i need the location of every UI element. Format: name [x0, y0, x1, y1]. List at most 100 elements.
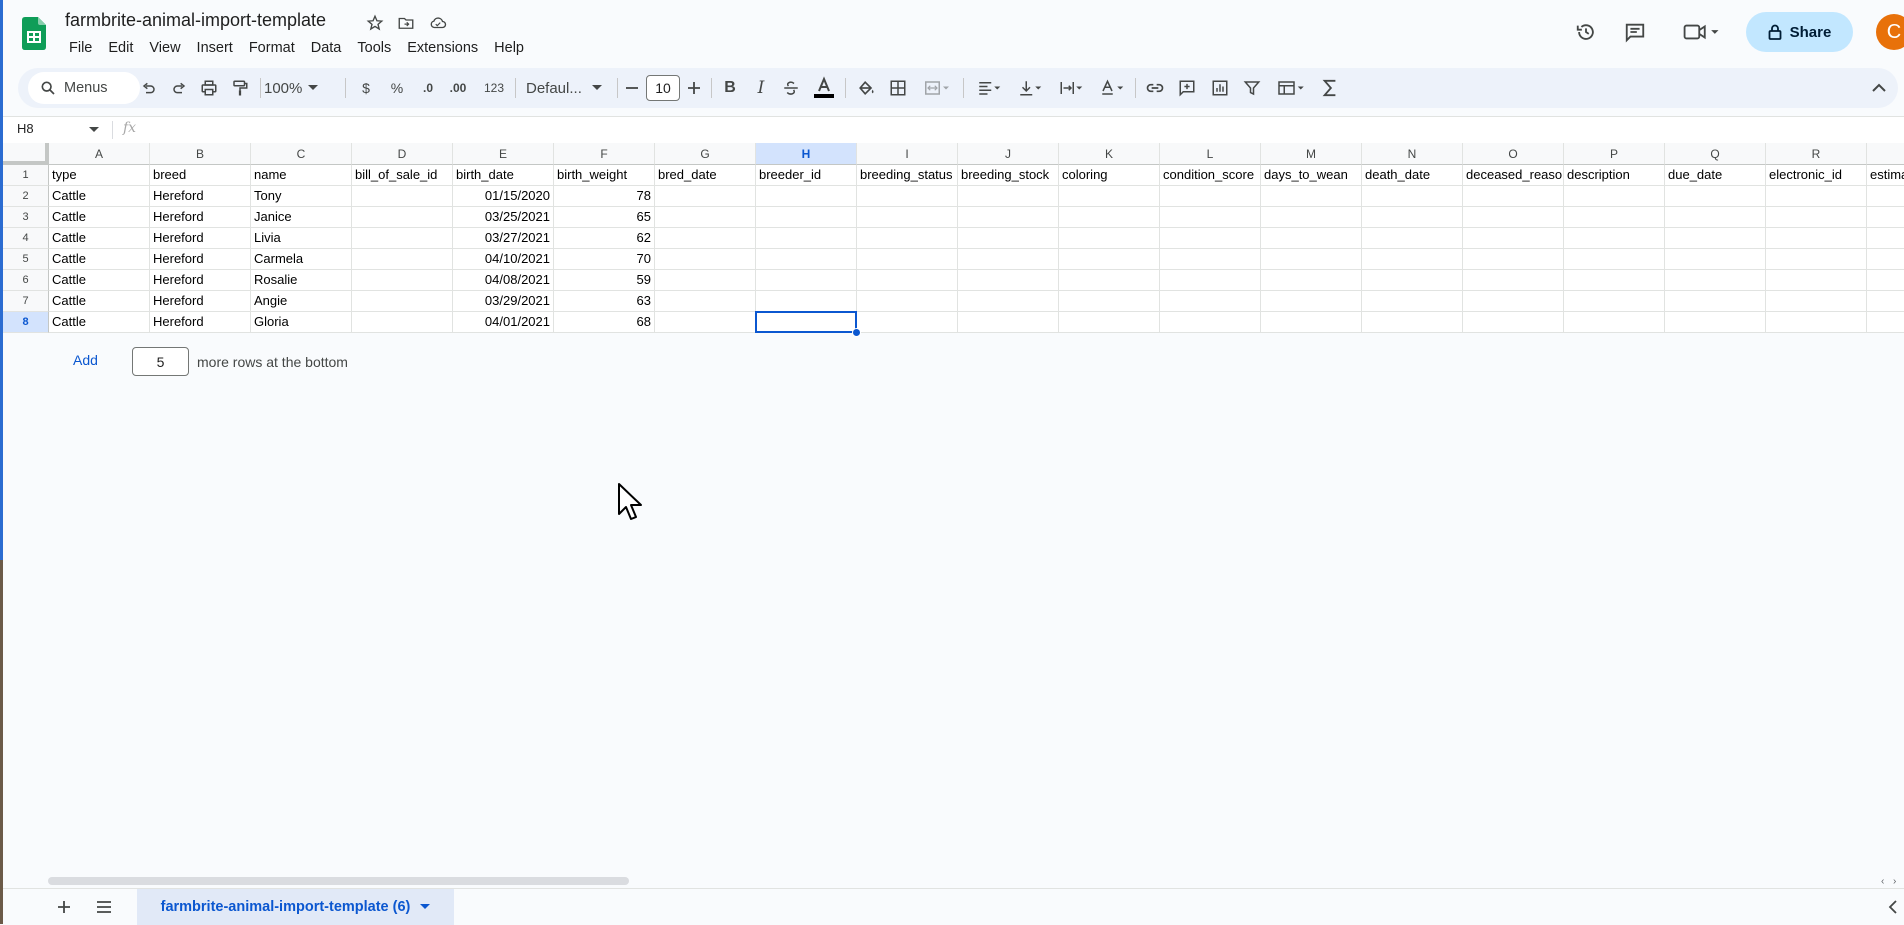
table-cell[interactable]: [1261, 270, 1362, 291]
table-cell[interactable]: Carmela: [251, 249, 352, 270]
zoom-select[interactable]: 100%: [264, 76, 344, 100]
decrease-font-size-icon[interactable]: [622, 76, 642, 100]
bold-icon[interactable]: B: [718, 76, 742, 100]
table-cell[interactable]: [1059, 207, 1160, 228]
column-header[interactable]: M: [1261, 143, 1362, 165]
meet-icon[interactable]: [1678, 18, 1726, 46]
menu-tools[interactable]: Tools: [349, 38, 399, 58]
fill-color-icon[interactable]: [854, 76, 878, 100]
table-cell[interactable]: [655, 249, 756, 270]
table-cell[interactable]: [1564, 291, 1665, 312]
add-rows-button[interactable]: Add: [73, 352, 98, 368]
table-cell[interactable]: 63: [554, 291, 655, 312]
all-sheets-icon[interactable]: [94, 897, 114, 917]
table-cell[interactable]: [1362, 312, 1463, 333]
table-cell[interactable]: [857, 207, 958, 228]
menu-help[interactable]: Help: [486, 38, 532, 58]
table-cell[interactable]: Cattle: [49, 291, 150, 312]
table-cell[interactable]: [352, 312, 453, 333]
row-header[interactable]: 5: [3, 249, 49, 270]
table-cell[interactable]: [1463, 312, 1564, 333]
table-cell[interactable]: Tony: [251, 186, 352, 207]
table-cell[interactable]: [1362, 249, 1463, 270]
text-wrapping-icon[interactable]: [1054, 76, 1088, 100]
table-cell[interactable]: 04/08/2021: [453, 270, 554, 291]
table-cell[interactable]: [1160, 270, 1261, 291]
table-cell[interactable]: 03/29/2021: [453, 291, 554, 312]
table-cell[interactable]: 78: [554, 186, 655, 207]
table-cell[interactable]: [1463, 186, 1564, 207]
table-cell[interactable]: [1160, 207, 1261, 228]
table-cell[interactable]: [1564, 186, 1665, 207]
table-cell[interactable]: [1766, 312, 1867, 333]
header-cell[interactable]: description: [1564, 165, 1665, 186]
currency-format-button[interactable]: $: [355, 76, 377, 100]
table-cell[interactable]: [1261, 228, 1362, 249]
chevron-down-icon[interactable]: [420, 904, 431, 910]
menu-insert[interactable]: Insert: [189, 38, 241, 58]
table-cell[interactable]: [352, 207, 453, 228]
table-cell[interactable]: [1665, 207, 1766, 228]
account-avatar[interactable]: C: [1876, 14, 1904, 50]
column-header[interactable]: G: [655, 143, 756, 165]
scroll-right-icon[interactable]: ›: [1893, 876, 1896, 887]
table-cell[interactable]: [352, 228, 453, 249]
table-cell[interactable]: Livia: [251, 228, 352, 249]
column-header[interactable]: K: [1059, 143, 1160, 165]
redo-icon[interactable]: [168, 76, 192, 100]
table-cell[interactable]: Cattle: [49, 207, 150, 228]
table-cell[interactable]: [1160, 249, 1261, 270]
header-cell[interactable]: deceased_reaso: [1463, 165, 1564, 186]
header-cell[interactable]: due_date: [1665, 165, 1766, 186]
table-cell[interactable]: [1362, 186, 1463, 207]
table-cell[interactable]: [1059, 186, 1160, 207]
table-cell[interactable]: 03/27/2021: [453, 228, 554, 249]
table-cell[interactable]: [1564, 207, 1665, 228]
table-cell[interactable]: 01/15/2020: [453, 186, 554, 207]
header-cell[interactable]: breeding_status: [857, 165, 958, 186]
row-header[interactable]: 8: [3, 312, 49, 333]
table-cell[interactable]: [756, 291, 857, 312]
column-header[interactable]: E: [453, 143, 554, 165]
header-cell[interactable]: type: [49, 165, 150, 186]
table-cell[interactable]: [1665, 186, 1766, 207]
table-cell[interactable]: [1059, 249, 1160, 270]
table-cell[interactable]: [1867, 291, 1904, 312]
table-cell[interactable]: [1867, 312, 1904, 333]
table-cell[interactable]: [857, 186, 958, 207]
table-cell[interactable]: [1261, 312, 1362, 333]
table-cell[interactable]: [655, 291, 756, 312]
table-cell[interactable]: 68: [554, 312, 655, 333]
table-cell[interactable]: Hereford: [150, 228, 251, 249]
borders-icon[interactable]: [886, 76, 910, 100]
search-menus-button[interactable]: Menus: [28, 72, 140, 104]
scroll-left-icon[interactable]: ‹: [1881, 876, 1884, 887]
table-cell[interactable]: [655, 186, 756, 207]
number-format-button[interactable]: 123: [479, 76, 509, 100]
increase-decimal-button[interactable]: .00: [443, 76, 473, 100]
table-cell[interactable]: [1059, 270, 1160, 291]
table-cell[interactable]: [756, 228, 857, 249]
table-cell[interactable]: 62: [554, 228, 655, 249]
table-cell[interactable]: [857, 291, 958, 312]
row-header[interactable]: 7: [3, 291, 49, 312]
table-cell[interactable]: [655, 207, 756, 228]
star-icon[interactable]: [365, 13, 385, 33]
table-cell[interactable]: [1564, 270, 1665, 291]
name-box[interactable]: H8: [17, 121, 97, 136]
table-cell[interactable]: [756, 312, 857, 333]
table-cell[interactable]: [958, 291, 1059, 312]
table-cell[interactable]: [1362, 228, 1463, 249]
column-header[interactable]: B: [150, 143, 251, 165]
horizontal-align-icon[interactable]: [972, 76, 1006, 100]
table-cell[interactable]: [352, 270, 453, 291]
header-cell[interactable]: bred_date: [655, 165, 756, 186]
comments-icon[interactable]: [1621, 18, 1649, 46]
share-button[interactable]: Share: [1746, 12, 1853, 52]
table-cell[interactable]: [1766, 186, 1867, 207]
column-header[interactable]: L: [1160, 143, 1261, 165]
row-header[interactable]: 2: [3, 186, 49, 207]
table-cell[interactable]: [1665, 312, 1766, 333]
table-cell[interactable]: [1059, 291, 1160, 312]
percent-format-button[interactable]: %: [386, 76, 408, 100]
